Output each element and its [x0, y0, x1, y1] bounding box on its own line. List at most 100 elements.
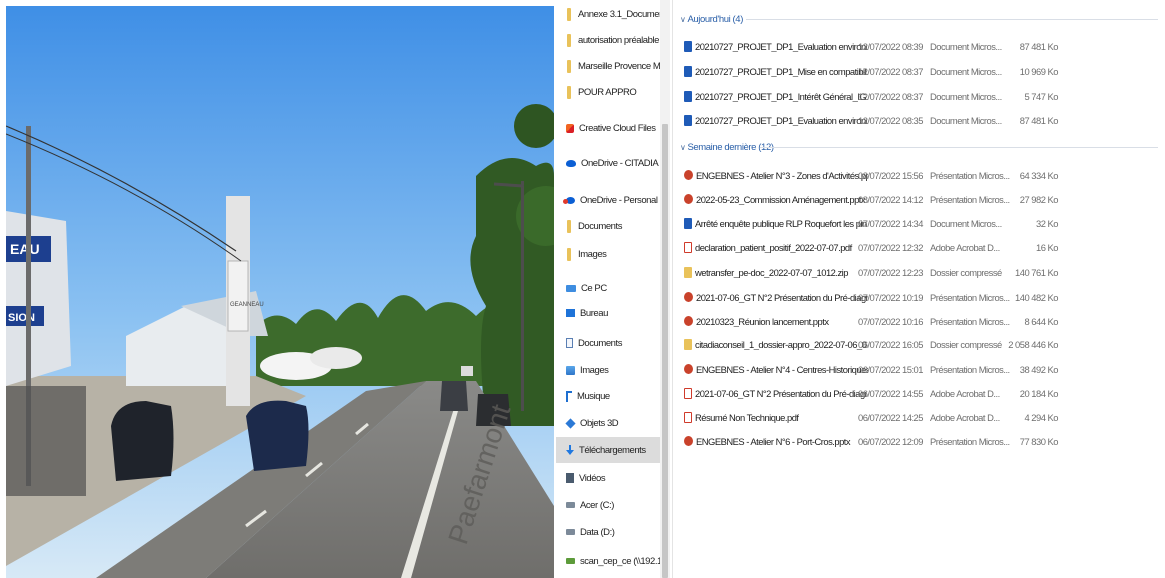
3d-objects-icon [565, 417, 576, 429]
downloads-icon [566, 444, 574, 456]
powerpoint-file-icon [684, 436, 693, 446]
file-size: 16 Ko [1036, 241, 1059, 253]
file-type: Présentation Micros... [930, 169, 1010, 181]
nav-item-label: Documents [578, 220, 622, 232]
nav-item-telechargements[interactable]: Téléchargements [556, 437, 670, 463]
nav-item-documents[interactable]: Documents [556, 332, 670, 354]
nav-item-onedrive-images[interactable]: Images [556, 243, 670, 265]
nav-item-autorisation[interactable]: autorisation préalable [556, 29, 670, 51]
file-type: Présentation Micros... [930, 363, 1010, 375]
file-row[interactable]: Arrêté enquête publique RLP Roquefort le… [684, 214, 1162, 232]
file-date: 06/07/2022 14:25 [858, 411, 924, 423]
file-type: Document Micros... [930, 40, 1002, 52]
nav-item-creative-cloud[interactable]: Creative Cloud Files [556, 117, 670, 139]
nav-item-onedrive-personal[interactable]: OneDrive - Personal [556, 189, 670, 211]
file-name: citadiaconseil_1_dossier-appro_2022-07-0… [695, 338, 867, 350]
onedrive-icon [566, 159, 576, 167]
file-date: 06/07/2022 14:55 [858, 387, 924, 399]
nav-item-label: Bureau [580, 307, 608, 319]
file-row[interactable]: ENGEBNES - Atelier N°4 - Centres-Histori… [684, 360, 1162, 378]
file-name: wetransfer_pe-doc_2022-07-07_1012.zip [695, 266, 848, 278]
street-photo-drawing: EAU SION GEANNEAU Paefarmont [6, 6, 554, 578]
nav-scrollbar-thumb[interactable] [662, 124, 668, 578]
file-size: 32 Ko [1036, 217, 1059, 229]
file-row[interactable]: 2022-05-23_Commission Aménagement.pptx 0… [684, 190, 1162, 208]
file-row[interactable]: 20210727_PROJET_DP1_Intérêt Général_IG-A… [684, 87, 1162, 105]
file-type: Adobe Acrobat D... [930, 387, 1000, 399]
nav-item-onedrive-documents[interactable]: Documents [556, 215, 670, 237]
nav-item-drive-c[interactable]: Acer (C:) [556, 494, 670, 516]
group-header-last-week[interactable]: ∨ Semaine dernière (12) [680, 140, 1160, 154]
network-drive-icon [566, 558, 575, 564]
file-type: Dossier compressé [930, 338, 1002, 350]
drive-icon [566, 529, 575, 535]
file-name: 20210323_Réunion lancement.pptx [696, 315, 829, 327]
file-type: Présentation Micros... [930, 435, 1010, 447]
file-row[interactable]: citadiaconseil_1_dossier-appro_2022-07-0… [684, 335, 1162, 353]
file-size: 87 481 Ko [1019, 114, 1059, 126]
file-type: Document Micros... [930, 217, 1002, 229]
file-size: 2 058 446 Ko [1008, 338, 1058, 350]
file-row[interactable]: declaration_patient_positif_2022-07-07.p… [684, 238, 1162, 256]
file-date: 07/07/2022 14:34 [858, 217, 924, 229]
file-date: 06/07/2022 12:09 [858, 435, 924, 447]
file-size: 87 481 Ko [1019, 40, 1059, 52]
file-row[interactable]: Résumé Non Technique.pdf 06/07/2022 14:2… [684, 408, 1162, 426]
file-name: 20210727_PROJET_DP1_Evaluation environne… [695, 40, 867, 52]
nav-item-label: Ce PC [581, 282, 607, 294]
group-rule [760, 147, 1158, 148]
nav-item-label: Annexe 3.1_Documents graphiques [578, 8, 670, 20]
file-date: 12/07/2022 08:35 [858, 114, 924, 126]
nav-item-pour-appro[interactable]: POUR APPRO [556, 81, 670, 103]
nav-item-marseille[interactable]: Marseille Provence Méditerranée [556, 55, 670, 77]
file-size: 4 294 Ko [1024, 411, 1058, 423]
nav-item-label: Data (D:) [580, 526, 615, 538]
file-row[interactable]: 2021-07-06_GT N°2 Présentation du Pré-di… [684, 384, 1162, 402]
nav-item-label: OneDrive - Personal [580, 194, 658, 206]
nav-item-drive-d[interactable]: Data (D:) [556, 521, 670, 543]
file-row[interactable]: ENGEBNES - Atelier N°6 - Port-Cros.pptx … [684, 432, 1162, 450]
file-size: 20 184 Ko [1019, 387, 1059, 399]
file-row[interactable]: 20210727_PROJET_DP1_Evaluation environne… [684, 37, 1162, 55]
word-file-icon [684, 65, 692, 77]
file-size: 10 969 Ko [1019, 65, 1059, 77]
powerpoint-file-icon [684, 292, 693, 302]
nav-item-annexe[interactable]: Annexe 3.1_Documents graphiques [556, 3, 670, 25]
nav-item-videos[interactable]: Vidéos [556, 467, 670, 489]
nav-scrollbar[interactable] [660, 0, 670, 578]
nav-item-network-u[interactable]: scan_cep_ce (\\192.168.1.250) (U:) [556, 550, 670, 572]
this-pc-icon [566, 284, 576, 292]
nav-item-onedrive-citadia[interactable]: OneDrive - CITADIA [556, 152, 670, 174]
file-row[interactable]: 20210323_Réunion lancement.pptx 07/07/20… [684, 312, 1162, 330]
file-name: Résumé Non Technique.pdf [695, 411, 799, 423]
file-row[interactable]: 2021-07-06_GT N°2 Présentation du Pré-di… [684, 288, 1162, 306]
music-icon [566, 390, 572, 402]
nav-item-label: Objets 3D [580, 417, 619, 429]
file-row[interactable]: wetransfer_pe-doc_2022-07-07_1012.zip 07… [684, 263, 1162, 281]
file-row[interactable]: ENGEBNES - Atelier N°3 - Zones d'Activit… [684, 166, 1162, 184]
group-header-today[interactable]: ∨ Aujourd'hui (4) [680, 12, 1160, 26]
nav-item-objets-3d[interactable]: Objets 3D [556, 412, 670, 434]
file-size: 140 482 Ko [1015, 291, 1058, 303]
nav-item-this-pc[interactable]: Ce PC [556, 277, 670, 299]
pdf-file-icon [684, 241, 692, 253]
nav-item-label: OneDrive - CITADIA [581, 157, 659, 169]
nav-item-label: Documents [578, 337, 622, 349]
street-photo: EAU SION GEANNEAU Paefarmont [6, 6, 554, 578]
file-row[interactable]: 20210727_PROJET_DP1_Mise en compatibilit… [684, 62, 1162, 80]
nav-item-label: Images [578, 248, 607, 260]
nav-item-label: Vidéos [579, 472, 606, 484]
nav-item-images[interactable]: Images [556, 359, 670, 381]
chevron-down-icon: ∨ [680, 142, 686, 152]
chevron-down-icon: ∨ [680, 14, 686, 24]
file-date: 07/07/2022 10:16 [858, 315, 924, 327]
nav-item-bureau[interactable]: Bureau [556, 302, 670, 324]
file-row[interactable]: 20210727_PROJET_DP1_Evaluation environne… [684, 111, 1162, 129]
file-name: 20210727_PROJET_DP1_Intérêt Général_IG-A… [695, 90, 867, 102]
file-size: 64 334 Ko [1019, 169, 1059, 181]
file-date: 07/07/2022 12:32 [858, 241, 924, 253]
file-date: 06/07/2022 15:01 [858, 363, 924, 375]
file-size: 38 492 Ko [1019, 363, 1059, 375]
nav-item-label: Creative Cloud Files [579, 122, 656, 134]
nav-item-musique[interactable]: Musique [556, 385, 670, 407]
